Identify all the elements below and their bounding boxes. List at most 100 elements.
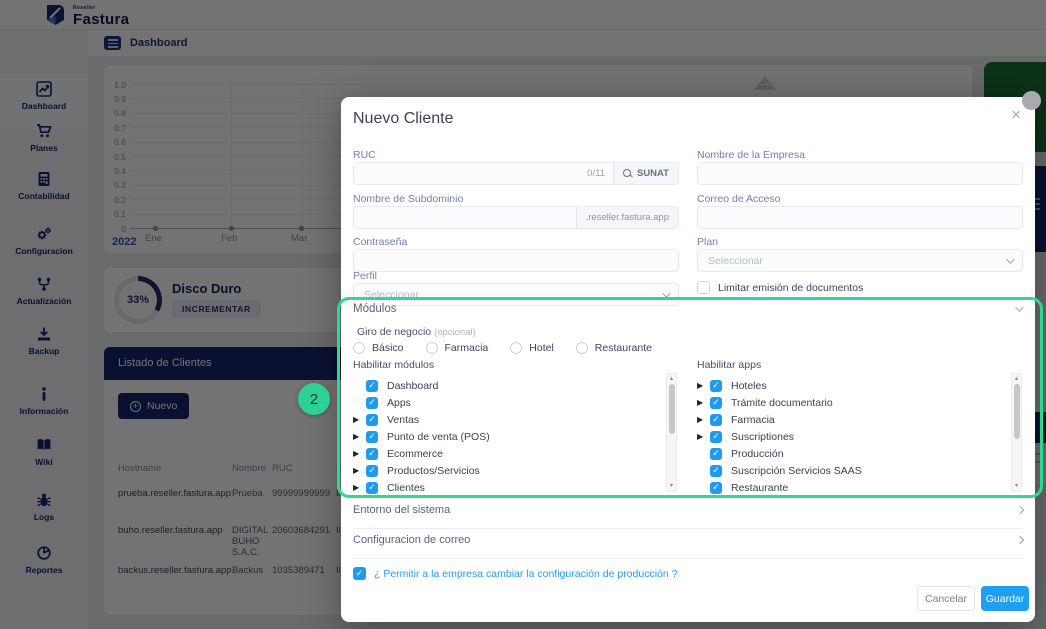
modules-section-header[interactable]: Módulos — [353, 303, 396, 315]
expand-arrow-icon[interactable]: ▶ — [697, 381, 710, 390]
app-item-hoteles[interactable]: ▶ Hoteles — [697, 377, 1023, 394]
modal-title: Nuevo Cliente — [353, 110, 454, 128]
app-item-suscripcion-servicios-saas[interactable]: Suscripción Servicios SAAS — [697, 462, 1023, 479]
production-config-checkbox[interactable] — [353, 567, 366, 580]
app-checkbox[interactable] — [710, 380, 722, 392]
module-item-ventas[interactable]: ▶ Ventas — [353, 411, 679, 428]
chevron-right-icon — [1016, 536, 1024, 544]
expand-arrow-icon[interactable]: ▶ — [353, 449, 366, 458]
app-item-farmacia[interactable]: ▶Farmacia — [697, 411, 1023, 428]
limit-documents-row: Limitar emisión de documentos — [697, 281, 863, 294]
limit-documents-label: Limitar emisión de documentos — [718, 282, 863, 294]
new-client-modal: Nuevo Cliente × RUC 0/11 SUNAT Nombre de… — [341, 97, 1035, 622]
module-item-label: Ventas — [387, 414, 419, 426]
company-name-input[interactable] — [698, 168, 1022, 180]
app-checkbox[interactable] — [710, 414, 722, 426]
module-item-label: Productos/Servicios — [387, 465, 480, 477]
module-checkbox[interactable] — [366, 397, 378, 409]
password-input[interactable] — [354, 255, 678, 267]
expand-arrow-icon[interactable]: ▶ — [697, 415, 710, 424]
ruc-input[interactable] — [354, 168, 587, 180]
enable-apps-label: Habilitar apps — [697, 359, 1023, 371]
radio-button[interactable] — [426, 342, 438, 354]
expand-arrow-icon[interactable]: ▶ — [353, 466, 366, 475]
module-checkbox[interactable] — [366, 482, 378, 494]
expand-arrow-icon[interactable]: ▶ — [353, 483, 366, 492]
module-checkbox[interactable] — [366, 414, 378, 426]
business-line-option-basico[interactable]: Básico — [353, 342, 404, 354]
subdomain-input[interactable] — [354, 212, 576, 224]
app-item-produccion[interactable]: Producción — [697, 445, 1023, 462]
app-checkbox[interactable] — [710, 482, 722, 494]
modules-scrollbar[interactable]: ▲▼ — [666, 373, 677, 492]
plan-select[interactable]: Seleccionar — [697, 249, 1023, 272]
business-line-options: Básico Farmacia Hotel Restaurante — [353, 342, 652, 354]
module-item-label: Apps — [387, 397, 411, 409]
apps-scrollbar[interactable]: ▲▼ — [1011, 373, 1022, 492]
app-root: Reseller Fastura Dashboard DashboardPlan… — [0, 0, 1046, 629]
subdomain-label: Nombre de Subdominio — [353, 193, 463, 205]
expand-arrow-icon[interactable]: ▶ — [353, 415, 366, 424]
ruc-input-group: 0/11 SUNAT — [353, 162, 679, 185]
profile-select[interactable]: Seleccionar — [353, 283, 679, 306]
modules-list: Dashboard Apps ▶ Ventas ▶ Punto de venta (POS… — [353, 377, 679, 496]
app-checkbox[interactable] — [710, 397, 722, 409]
radio-button[interactable] — [576, 342, 588, 354]
radio-label: Restaurante — [595, 342, 652, 354]
password-field — [353, 249, 679, 272]
expand-arrow-icon[interactable]: ▶ — [697, 398, 710, 407]
app-item-label: Suscriptiones — [731, 431, 794, 443]
module-item-apps[interactable]: Apps — [353, 394, 679, 411]
save-button[interactable]: Guardar — [981, 586, 1029, 611]
close-icon[interactable]: × — [1011, 105, 1021, 125]
radio-label: Básico — [372, 342, 404, 354]
radio-button[interactable] — [353, 342, 365, 354]
module-item-label: Punto de venta (POS) — [387, 431, 490, 443]
access-email-field — [697, 206, 1023, 229]
search-icon — [623, 169, 632, 178]
profile-select-value: Seleccionar — [364, 289, 419, 301]
chevron-down-icon — [1015, 303, 1023, 311]
app-checkbox[interactable] — [710, 465, 722, 477]
radio-label: Hotel — [529, 342, 554, 354]
floating-dot — [1022, 91, 1041, 110]
chevron-down-icon — [662, 289, 670, 297]
business-line-option-farmacia[interactable]: Farmacia — [426, 342, 489, 354]
chevron-down-icon — [1006, 255, 1014, 263]
module-checkbox[interactable] — [366, 465, 378, 477]
apps-column: Habilitar apps ▶ Hoteles ▶Trámite document… — [697, 359, 1023, 496]
limit-documents-checkbox[interactable] — [697, 281, 710, 294]
radio-button[interactable] — [510, 342, 522, 354]
system-environment-section[interactable]: Entorno del sistema — [353, 504, 1023, 516]
app-item-label: Hoteles — [731, 380, 767, 392]
module-checkbox[interactable] — [366, 380, 378, 392]
expand-arrow-icon[interactable]: ▶ — [353, 432, 366, 441]
access-email-input[interactable] — [698, 212, 1022, 224]
app-item-tramite-documentario[interactable]: ▶Trámite documentario — [697, 394, 1023, 411]
module-item-clientes[interactable]: ▶ Clientes — [353, 479, 679, 496]
modules-column: Habilitar módulos DashboardApps▶Ventas▶P… — [353, 359, 679, 496]
app-item-suscriptiones[interactable]: ▶ Suscriptiones — [697, 428, 1023, 445]
business-line-option-restaurante[interactable]: Restaurante — [576, 342, 652, 354]
business-line-optional: (opcional) — [434, 327, 476, 338]
app-item-restaurante[interactable]: Restaurante — [697, 479, 1023, 496]
production-config-row: ¿ Permitir a la empresa cambiar la confi… — [353, 567, 677, 580]
module-item-label: Clientes — [387, 482, 425, 494]
app-checkbox[interactable] — [710, 431, 722, 443]
business-line-option-hotel[interactable]: Hotel — [510, 342, 554, 354]
mail-config-section[interactable]: Configuracion de correo — [353, 534, 1023, 546]
module-checkbox[interactable] — [366, 431, 378, 443]
app-item-label: Producción — [731, 448, 784, 460]
cancel-button[interactable]: Cancelar — [917, 586, 975, 611]
expand-arrow-icon[interactable]: ▶ — [697, 432, 710, 441]
module-item-ecommerce[interactable]: ▶Ecommerce — [353, 445, 679, 462]
module-checkbox[interactable] — [366, 448, 378, 460]
app-item-label: Restaurante — [731, 482, 788, 494]
access-email-label: Correo de Acceso — [697, 193, 780, 205]
sunat-button[interactable]: SUNAT — [613, 163, 678, 184]
app-checkbox[interactable] — [710, 448, 722, 460]
company-name-label: Nombre de la Empresa — [697, 149, 805, 161]
module-item-dashboard[interactable]: Dashboard — [353, 377, 679, 394]
module-item-punto-de-venta-pos[interactable]: ▶ Punto de venta (POS) — [353, 428, 679, 445]
module-item-productosservicios[interactable]: ▶ Productos/Servicios — [353, 462, 679, 479]
